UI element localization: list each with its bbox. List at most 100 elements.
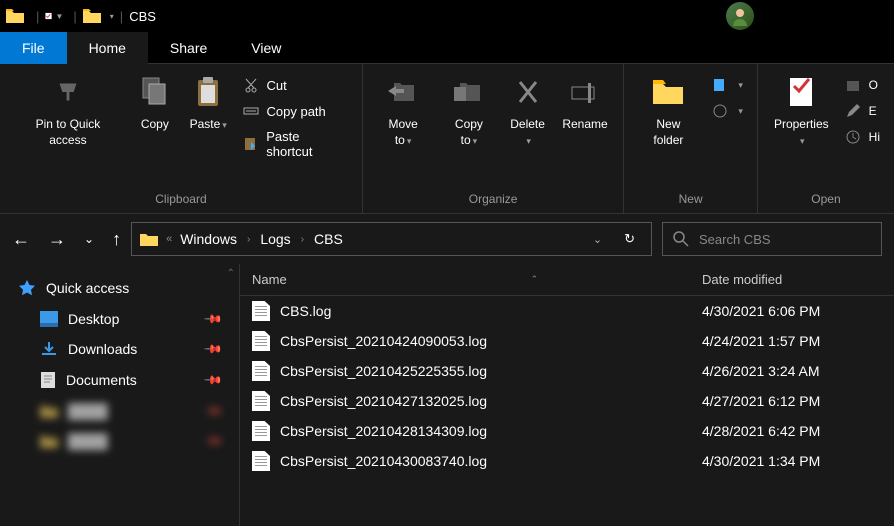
folder-icon [140, 232, 158, 246]
file-name: CbsPersist_20210425225355.log [280, 363, 702, 379]
new-folder-button[interactable]: New folder [632, 68, 704, 154]
pin-icon: 📌 [203, 339, 223, 359]
file-date: 4/30/2021 6:06 PM [702, 303, 882, 319]
move-to-button[interactable]: Move to▾ [371, 68, 435, 154]
recent-dropdown[interactable]: ⌄ [84, 232, 94, 246]
group-label: New [632, 189, 749, 209]
column-headers: Name⌃ Date modified [240, 264, 894, 296]
copy-button[interactable]: Copy [130, 68, 180, 138]
sidebar-item-blurred[interactable]: ████📌 [0, 396, 239, 426]
back-button[interactable]: ← [12, 229, 30, 250]
separator: | [120, 9, 123, 24]
tab-share[interactable]: Share [148, 32, 229, 64]
new-item-button[interactable]: ▾ [706, 74, 749, 96]
file-icon [252, 361, 270, 381]
ribbon: Pin to Quick access Copy Paste▾ Cut Copy… [0, 64, 894, 214]
file-name: CbsPersist_20210424090053.log [280, 333, 702, 349]
column-name[interactable]: Name⌃ [252, 272, 702, 287]
file-name: CbsPersist_20210428134309.log [280, 423, 702, 439]
history-icon [845, 129, 861, 145]
tab-file[interactable]: File [0, 32, 67, 64]
file-icon [252, 331, 270, 351]
file-date: 4/26/2021 3:24 AM [702, 363, 882, 379]
edit-icon [845, 103, 861, 119]
separator: | [73, 9, 76, 24]
search-icon [673, 231, 689, 247]
cut-button[interactable]: Cut [237, 74, 354, 96]
sort-indicator-icon: ⌃ [531, 274, 539, 285]
file-name: CbsPersist_20210430083740.log [280, 453, 702, 469]
crumb-logs[interactable]: Logs [260, 231, 290, 247]
separator: | [36, 9, 39, 24]
delete-button[interactable]: Delete▾ [503, 68, 553, 154]
file-name: CbsPersist_20210427132025.log [280, 393, 702, 409]
tab-view[interactable]: View [229, 32, 303, 64]
group-clipboard: Pin to Quick access Copy Paste▾ Cut Copy… [0, 64, 363, 213]
file-row[interactable]: CbsPersist_20210428134309.log4/28/2021 6… [240, 416, 894, 446]
search-placeholder: Search CBS [699, 232, 771, 247]
file-row[interactable]: CbsPersist_20210424090053.log4/24/2021 1… [240, 326, 894, 356]
history-button[interactable]: Hi [839, 126, 886, 148]
file-name: CBS.log [280, 303, 702, 319]
rename-button[interactable]: Rename [555, 68, 616, 138]
pin-icon: 📌 [203, 309, 223, 329]
window-title: CBS [129, 9, 156, 24]
sidebar-item-blurred[interactable]: ████📌 [0, 426, 239, 456]
file-row[interactable]: CbsPersist_20210425225355.log4/26/2021 3… [240, 356, 894, 386]
pin-quick-access-button[interactable]: Pin to Quick access [8, 68, 128, 154]
pin-icon: 📌 [203, 370, 223, 390]
column-date[interactable]: Date modified [702, 272, 882, 287]
refresh-button[interactable]: ↻ [616, 231, 643, 247]
open-button[interactable]: O [839, 74, 886, 96]
file-date: 4/30/2021 1:34 PM [702, 453, 882, 469]
check-icon[interactable]: ▼ [45, 7, 63, 25]
navigation-pane: ⌃ Quick access Desktop📌 Downloads📌 Docum… [0, 264, 240, 526]
easy-access-button[interactable]: ▾ [706, 100, 749, 122]
file-row[interactable]: CbsPersist_20210427132025.log4/27/2021 6… [240, 386, 894, 416]
crumb-cbs[interactable]: CBS [314, 231, 343, 247]
open-icon [845, 77, 861, 93]
group-open: Properties▾ O E Hi Open [758, 64, 894, 213]
tab-home[interactable]: Home [67, 32, 148, 64]
sidebar-item-desktop[interactable]: Desktop📌 [0, 304, 239, 334]
paste-shortcut-button[interactable]: Paste shortcut [237, 126, 354, 162]
copy-to-button[interactable]: Copy to▾ [437, 68, 500, 154]
group-new: New folder ▾ ▾ New [624, 64, 758, 213]
sidebar-quick-access[interactable]: Quick access [0, 272, 239, 304]
address-box[interactable]: « Windows› Logs› CBS ⌄ ↻ [131, 222, 652, 256]
file-row[interactable]: CbsPersist_20210430083740.log4/30/2021 1… [240, 446, 894, 476]
scroll-up-icon[interactable]: ⌃ [227, 268, 235, 279]
properties-button[interactable]: Properties▾ [766, 68, 837, 154]
documents-icon [40, 371, 56, 389]
copy-path-button[interactable]: Copy path [237, 100, 354, 122]
folder-icon [83, 9, 101, 23]
qat-dropdown[interactable]: ▾ [110, 12, 114, 21]
crumb-windows[interactable]: Windows [180, 231, 237, 247]
breadcrumb: Windows› Logs› CBS [180, 231, 343, 247]
new-item-icon [712, 77, 728, 93]
downloads-icon [40, 341, 58, 357]
address-bar: ← → ⌄ ↑ « Windows› Logs› CBS ⌄ ↻ Search … [0, 214, 894, 264]
folder-icon [6, 9, 24, 23]
scissors-icon [243, 77, 259, 93]
file-row[interactable]: CBS.log4/30/2021 6:06 PM [240, 296, 894, 326]
user-avatar[interactable] [726, 2, 754, 30]
path-icon [243, 103, 259, 119]
group-label: Organize [371, 189, 615, 209]
paste-button[interactable]: Paste▾ [182, 68, 235, 138]
sidebar-item-documents[interactable]: Documents📌 [0, 364, 239, 396]
group-label: Clipboard [8, 189, 354, 209]
group-label: Open [766, 189, 886, 209]
edit-button[interactable]: E [839, 100, 886, 122]
ribbon-tabs: File Home Share View [0, 32, 894, 64]
address-dropdown[interactable]: ⌄ [587, 233, 608, 246]
breadcrumb-root-arrow[interactable]: « [166, 233, 172, 245]
star-icon [18, 279, 36, 297]
sidebar-item-downloads[interactable]: Downloads📌 [0, 334, 239, 364]
file-date: 4/24/2021 1:57 PM [702, 333, 882, 349]
up-button[interactable]: ↑ [112, 229, 121, 250]
forward-button[interactable]: → [48, 229, 66, 250]
search-box[interactable]: Search CBS [662, 222, 882, 256]
group-organize: Move to▾ Copy to▾ Delete▾ Rename Organiz… [363, 64, 624, 213]
file-date: 4/28/2021 6:42 PM [702, 423, 882, 439]
